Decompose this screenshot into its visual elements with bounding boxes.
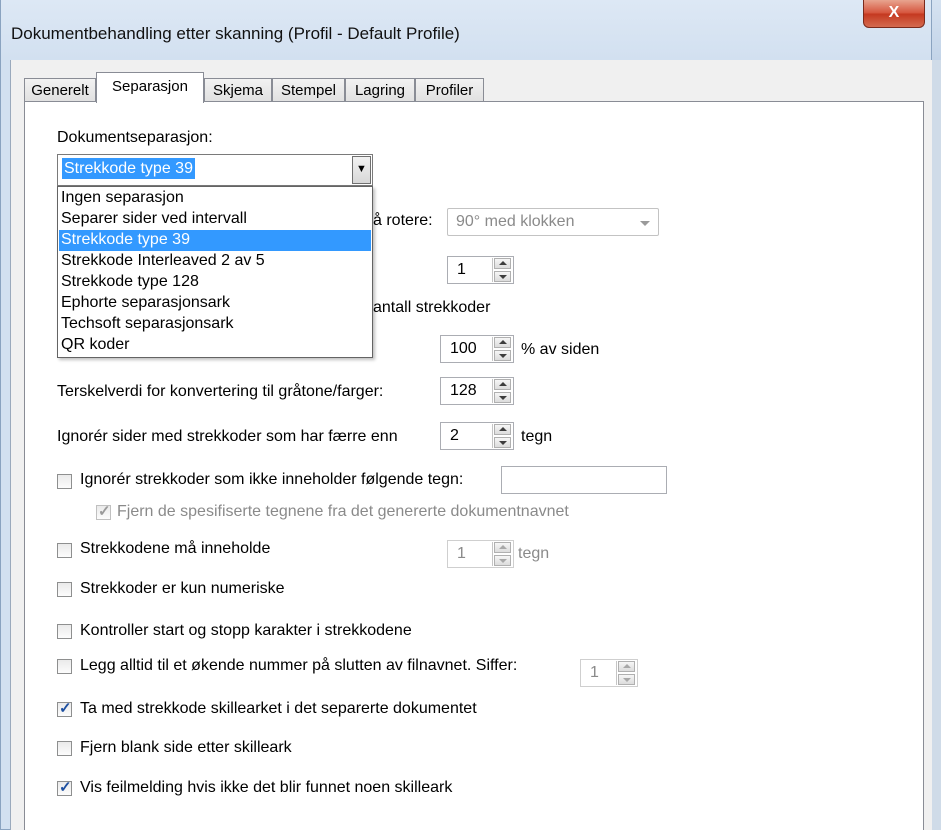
percent-value: 100 bbox=[450, 340, 477, 357]
must-contain-value: 1 bbox=[457, 545, 466, 562]
spin-up-icon[interactable] bbox=[494, 542, 511, 553]
show-error-checkbox[interactable] bbox=[57, 778, 72, 796]
spin-up-icon[interactable] bbox=[494, 424, 511, 435]
spin-down-icon[interactable] bbox=[494, 555, 511, 566]
spin-up-icon[interactable] bbox=[494, 258, 511, 269]
remove-blank-label: Fjern blank side etter skilleark bbox=[80, 739, 292, 756]
numeric-only-checkbox[interactable] bbox=[57, 582, 72, 597]
start-stop-label: Kontroller start og stopp karakter i str… bbox=[80, 622, 412, 639]
spin-up-icon[interactable] bbox=[618, 661, 635, 672]
dropdown-option-intervall[interactable]: Separer sider ved intervall bbox=[59, 209, 371, 230]
ignore-chars-input[interactable] bbox=[501, 466, 667, 494]
separation-select[interactable]: Strekkode type 39 ▼ bbox=[57, 154, 373, 186]
spin-down-icon[interactable] bbox=[494, 271, 511, 282]
chevron-down-icon bbox=[640, 221, 650, 226]
dropdown-option-ephorte[interactable]: Ephorte separasjonsark bbox=[59, 293, 371, 314]
remove-chars-label: Fjern de spesifiserte tegnene fra det ge… bbox=[117, 503, 569, 520]
percent-suffix: % av siden bbox=[521, 341, 600, 358]
window-title: Dokumentbehandling etter skanning (Profi… bbox=[11, 24, 460, 43]
show-error-label: Vis feilmelding hvis ikke det blir funne… bbox=[80, 779, 453, 796]
must-contain-checkbox[interactable] bbox=[57, 543, 72, 558]
dropdown-option-qr[interactable]: QR koder bbox=[59, 335, 371, 356]
must-contain-stepper[interactable]: 1 bbox=[447, 540, 514, 568]
numeric-only-label: Strekkoder er kun numeriske bbox=[80, 580, 285, 597]
tab-skjema[interactable]: Skjema bbox=[204, 78, 272, 102]
append-number-checkbox[interactable] bbox=[57, 659, 72, 674]
tab-stempel[interactable]: Stempel bbox=[272, 78, 345, 102]
ignore-fewer-label: Ignorér sider med strekkoder som har fær… bbox=[57, 428, 398, 445]
include-separator-checkbox[interactable] bbox=[57, 699, 72, 717]
chevron-down-icon[interactable]: ▼ bbox=[352, 156, 371, 184]
ignore-fewer-suffix: tegn bbox=[521, 428, 553, 445]
threshold-value: 128 bbox=[450, 382, 477, 399]
dropdown-option-type128[interactable]: Strekkode type 128 bbox=[59, 272, 371, 293]
rotate-select[interactable]: 90° med klokken bbox=[447, 208, 659, 236]
dropdown-option-type39[interactable]: Strekkode type 39 bbox=[59, 230, 371, 251]
must-contain-suffix: tegn bbox=[518, 545, 550, 562]
spin-down-icon[interactable] bbox=[494, 437, 511, 448]
separation-dropdown-list: Ingen separasjon Separer sider ved inter… bbox=[57, 186, 373, 358]
append-number-label: Legg alltid til et økende nummer på slut… bbox=[80, 657, 518, 674]
dropdown-option-interleaved[interactable]: Strekkode Interleaved 2 av 5 bbox=[59, 251, 371, 272]
separation-label: Dokumentseparasjon: bbox=[57, 129, 213, 146]
must-contain-label: Strekkodene må inneholde bbox=[80, 540, 271, 557]
count-value: 1 bbox=[457, 261, 466, 278]
start-stop-checkbox[interactable] bbox=[57, 624, 72, 639]
spin-down-icon[interactable] bbox=[494, 350, 511, 361]
tab-separasjon[interactable]: Separasjon bbox=[96, 72, 204, 103]
ignore-fewer-stepper[interactable]: 2 bbox=[440, 422, 514, 450]
threshold-label: Terskelverdi for konvertering til gråton… bbox=[57, 383, 384, 400]
spin-up-icon[interactable] bbox=[494, 379, 511, 390]
rotate-selected-value: 90° med klokken bbox=[456, 213, 575, 230]
barcodes-count-label: antall strekkoder bbox=[373, 299, 491, 316]
count-stepper[interactable]: 1 bbox=[447, 256, 514, 284]
rotate-label: å rotere: bbox=[373, 212, 433, 229]
append-number-value: 1 bbox=[590, 664, 599, 681]
include-separator-label: Ta med strekkode skillearket i det separ… bbox=[80, 700, 477, 717]
ignore-fewer-value: 2 bbox=[450, 427, 459, 444]
remove-chars-checkbox[interactable] bbox=[96, 502, 111, 520]
spin-up-icon[interactable] bbox=[494, 337, 511, 348]
close-button[interactable]: X bbox=[863, 0, 925, 28]
spin-down-icon[interactable] bbox=[618, 674, 635, 685]
append-number-stepper[interactable]: 1 bbox=[580, 659, 638, 687]
remove-blank-checkbox[interactable] bbox=[57, 741, 72, 756]
ignore-chars-label: Ignorér strekkoder som ikke inneholder f… bbox=[80, 471, 464, 488]
threshold-stepper[interactable]: 128 bbox=[440, 377, 514, 405]
tab-lagring[interactable]: Lagring bbox=[345, 78, 415, 102]
percent-stepper[interactable]: 100 bbox=[440, 335, 514, 363]
tab-generelt[interactable]: Generelt bbox=[24, 78, 96, 102]
tab-profiler[interactable]: Profiler bbox=[415, 78, 484, 102]
separation-selected-value: Strekkode type 39 bbox=[62, 158, 195, 179]
ignore-chars-checkbox[interactable] bbox=[57, 474, 72, 489]
spin-down-icon[interactable] bbox=[494, 392, 511, 403]
dropdown-option-techsoft[interactable]: Techsoft separasjonsark bbox=[59, 314, 371, 335]
dropdown-option-ingen[interactable]: Ingen separasjon bbox=[59, 188, 371, 209]
